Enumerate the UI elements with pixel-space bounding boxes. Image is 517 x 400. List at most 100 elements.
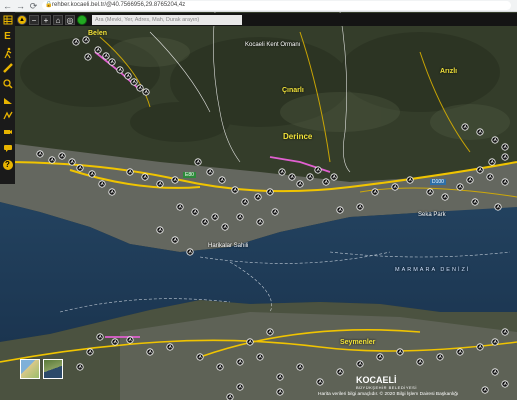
bus-stop-marker[interactable] <box>236 383 244 391</box>
zoom-in-button[interactable]: + <box>41 14 51 25</box>
bus-stop-marker[interactable] <box>146 348 154 356</box>
bus-stop-marker[interactable] <box>501 328 509 336</box>
bus-stop-marker[interactable] <box>436 353 444 361</box>
reload-button[interactable]: ⟳ <box>29 1 38 11</box>
measure-icon[interactable] <box>2 94 14 108</box>
bus-stop-marker[interactable] <box>322 178 330 186</box>
bus-stop-marker[interactable] <box>391 183 399 191</box>
bus-stop-marker[interactable] <box>296 180 304 188</box>
bus-stop-marker[interactable] <box>501 153 509 161</box>
menu-icon[interactable]: ▲ <box>17 14 27 25</box>
ruler-icon[interactable] <box>2 62 14 76</box>
bus-stop-marker[interactable] <box>94 46 102 54</box>
forward-button[interactable]: → <box>16 1 25 11</box>
bus-stop-marker[interactable] <box>88 170 96 178</box>
chat-icon[interactable] <box>2 142 14 156</box>
walk-icon[interactable] <box>2 46 14 60</box>
bus-stop-marker[interactable] <box>206 168 214 176</box>
bus-stop-marker[interactable] <box>356 203 364 211</box>
bus-stop-marker[interactable] <box>330 173 338 181</box>
bus-stop-marker[interactable] <box>76 164 84 172</box>
bus-stop-marker[interactable] <box>68 158 76 166</box>
bus-stop-marker[interactable] <box>236 213 244 221</box>
bus-stop-marker[interactable] <box>156 226 164 234</box>
bus-stop-marker[interactable] <box>98 180 106 188</box>
bus-stop-marker[interactable] <box>276 388 284 396</box>
bus-stop-marker[interactable] <box>356 360 364 368</box>
bus-stop-marker[interactable] <box>266 188 274 196</box>
bus-stop-marker[interactable] <box>171 176 179 184</box>
bus-stop-marker[interactable] <box>416 358 424 366</box>
layers-icon[interactable] <box>2 14 14 28</box>
bus-stop-marker[interactable] <box>96 333 104 341</box>
bus-stop-marker[interactable] <box>48 156 56 164</box>
bus-stop-marker[interactable] <box>226 393 234 400</box>
bus-stop-marker[interactable] <box>396 348 404 356</box>
bus-stop-marker[interactable] <box>211 213 219 221</box>
bus-stop-marker[interactable] <box>296 363 304 371</box>
back-button[interactable]: ← <box>3 1 12 11</box>
bus-stop-marker[interactable] <box>116 66 124 74</box>
bus-stop-marker[interactable] <box>256 353 264 361</box>
bus-stop-marker[interactable] <box>86 348 94 356</box>
bus-stop-marker[interactable] <box>171 236 179 244</box>
bus-stop-marker[interactable] <box>276 373 284 381</box>
bus-stop-marker[interactable] <box>476 128 484 136</box>
bus-stop-marker[interactable] <box>58 152 66 160</box>
bus-stop-marker[interactable] <box>376 353 384 361</box>
gps-status-icon[interactable] <box>77 14 87 25</box>
bus-stop-marker[interactable] <box>456 183 464 191</box>
search-icon[interactable] <box>2 78 14 92</box>
bus-stop-marker[interactable] <box>141 173 149 181</box>
bus-stop-marker[interactable] <box>218 176 226 184</box>
bus-stop-marker[interactable] <box>72 38 80 46</box>
bus-stop-marker[interactable] <box>456 348 464 356</box>
bus-stop-marker[interactable] <box>76 363 84 371</box>
bus-stop-marker[interactable] <box>336 368 344 376</box>
basemap-satellite-thumbnail[interactable] <box>43 359 63 379</box>
bus-stop-marker[interactable] <box>246 338 254 346</box>
bus-stop-marker[interactable] <box>306 173 314 181</box>
bus-stop-marker[interactable] <box>501 380 509 388</box>
bus-stop-marker[interactable] <box>278 168 286 176</box>
bus-stop-marker[interactable] <box>176 203 184 211</box>
bus-stop-marker[interactable] <box>501 143 509 151</box>
bus-stop-marker[interactable] <box>136 84 144 92</box>
bus-stop-marker[interactable] <box>466 176 474 184</box>
bus-stop-marker[interactable] <box>111 338 119 346</box>
bus-stop-marker[interactable] <box>476 166 484 174</box>
address-bar[interactable]: 🔒 rehber.kocaeli.bel.tr/@40.7566956,29.8… <box>42 1 511 10</box>
bus-stop-marker[interactable] <box>191 208 199 216</box>
bus-stop-marker[interactable] <box>371 188 379 196</box>
bus-stop-marker[interactable] <box>36 150 44 158</box>
bus-stop-marker[interactable] <box>186 248 194 256</box>
search-input[interactable]: Ara (Mevki, Yer, Adres, Mah, Durak arayı… <box>92 14 242 25</box>
bus-stop-marker[interactable] <box>461 123 469 131</box>
bus-stop-marker[interactable] <box>166 343 174 351</box>
bus-stop-marker[interactable] <box>481 386 489 394</box>
bus-stop-marker[interactable] <box>231 186 239 194</box>
bus-stop-marker[interactable] <box>221 223 229 231</box>
bus-stop-marker[interactable] <box>256 218 264 226</box>
home-button[interactable]: ⌂ <box>53 14 63 25</box>
bus-stop-marker[interactable] <box>266 328 274 336</box>
bus-stop-marker[interactable] <box>441 193 449 201</box>
bus-stop-marker[interactable] <box>108 188 116 196</box>
bus-stop-marker[interactable] <box>201 218 209 226</box>
camera-icon[interactable] <box>2 126 14 140</box>
bus-stop-marker[interactable] <box>501 178 509 186</box>
basemap-terrain-thumbnail[interactable] <box>20 359 40 379</box>
bus-stop-marker[interactable] <box>142 88 150 96</box>
bus-stop-marker[interactable] <box>314 166 322 174</box>
bus-stop-marker[interactable] <box>336 206 344 214</box>
bus-stop-marker[interactable] <box>486 173 494 181</box>
bus-stop-marker[interactable] <box>102 52 110 60</box>
bus-stop-marker[interactable] <box>130 78 138 86</box>
route-icon[interactable] <box>2 110 14 124</box>
bus-stop-marker[interactable] <box>156 180 164 188</box>
bus-stop-marker[interactable] <box>194 158 202 166</box>
bus-stop-marker[interactable] <box>491 136 499 144</box>
bus-stop-marker[interactable] <box>491 368 499 376</box>
bus-stop-marker[interactable] <box>471 198 479 206</box>
bus-stop-marker[interactable] <box>426 188 434 196</box>
